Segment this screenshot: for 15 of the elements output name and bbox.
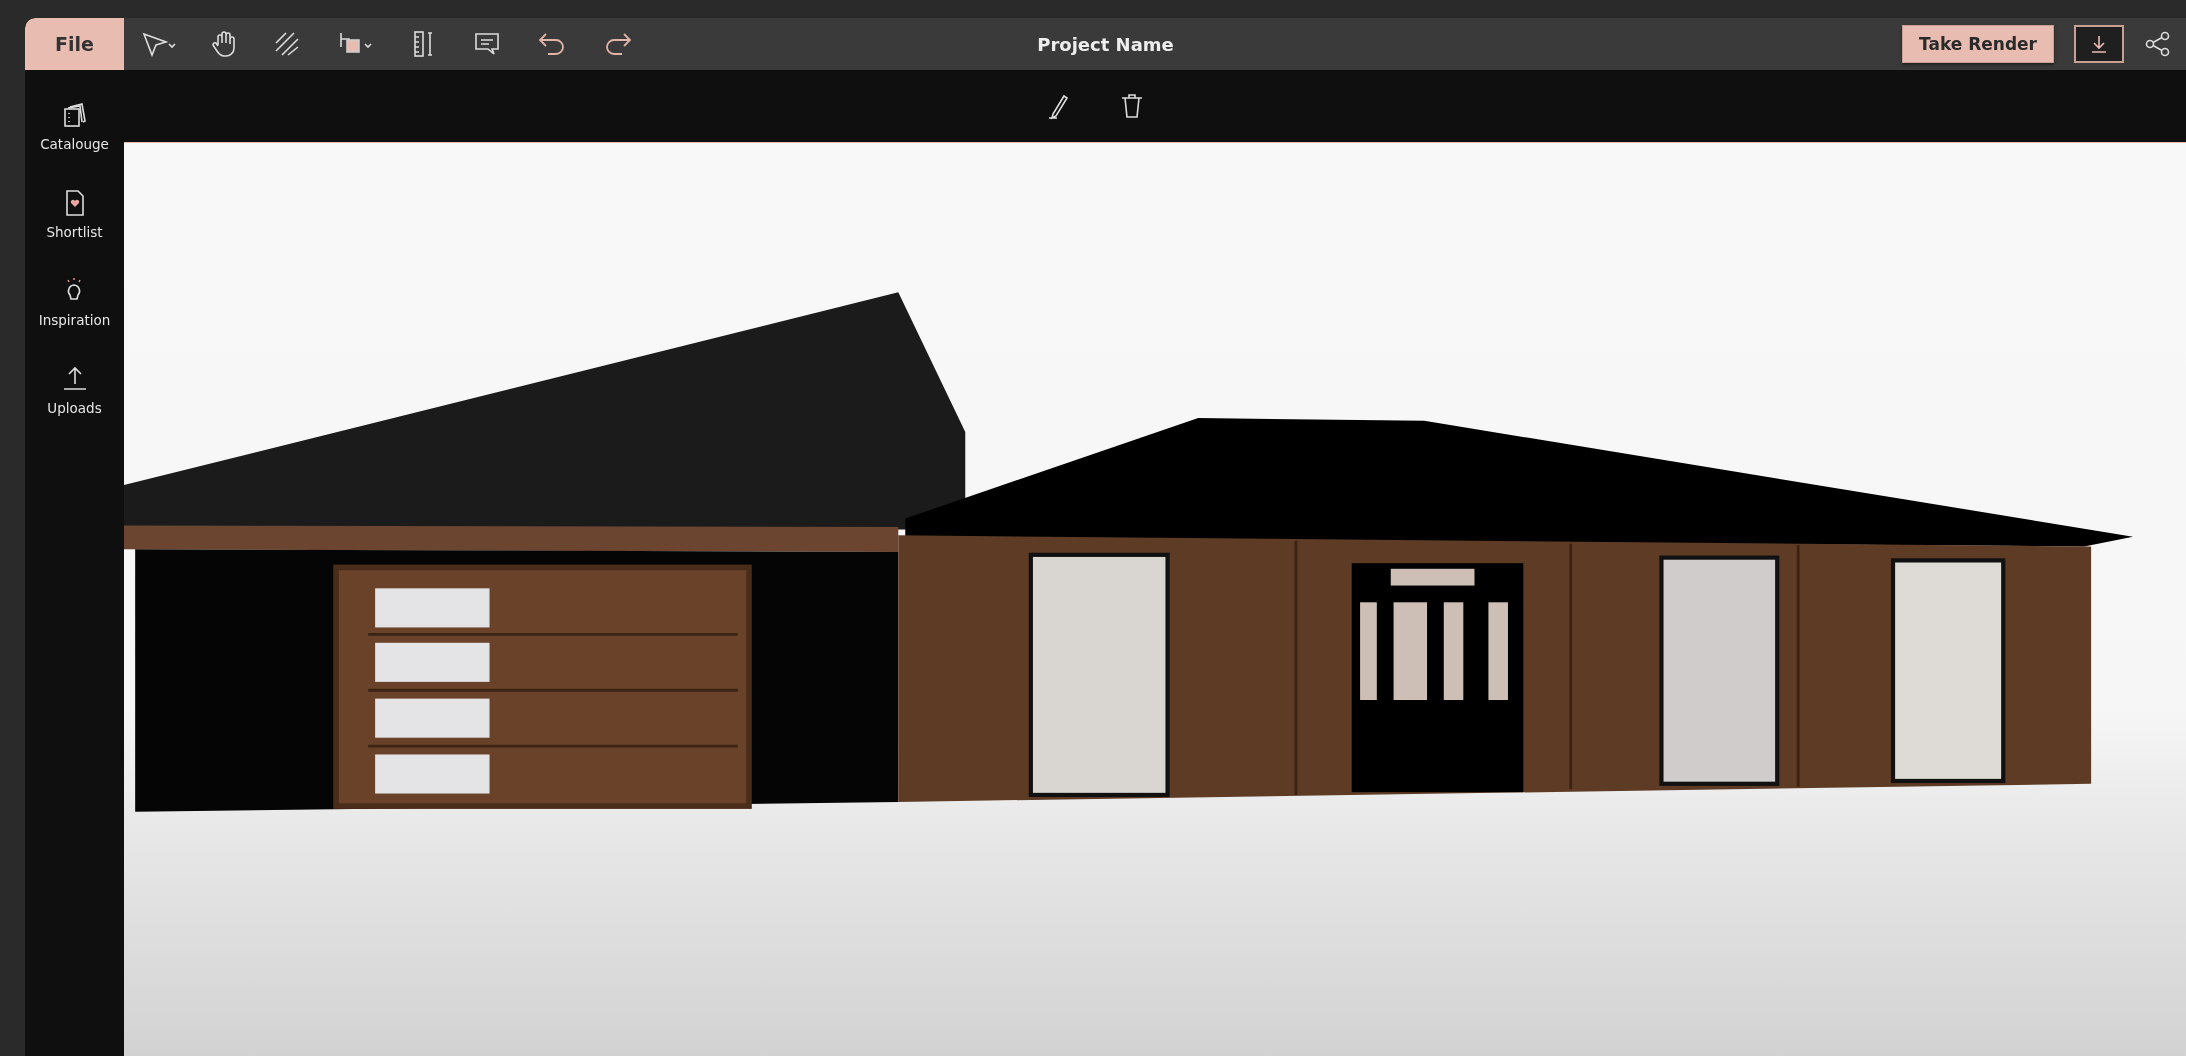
file-button[interactable]: File: [25, 18, 124, 70]
sidebar-item-label: Inspiration: [38, 312, 111, 328]
sidebar-item[interactable]: Shortlist: [46, 188, 103, 240]
sidebar-item[interactable]: Catalouge: [40, 100, 109, 152]
download-button[interactable]: [2074, 25, 2124, 63]
share-icon[interactable]: [2144, 30, 2172, 58]
hand-icon[interactable]: [210, 29, 238, 59]
sidebar-item[interactable]: Uploads: [47, 364, 102, 416]
take-render-button[interactable]: Take Render: [1902, 25, 2054, 63]
delete-icon[interactable]: [1119, 92, 1145, 120]
project-title: Project Name: [1037, 33, 1174, 55]
sidebar-item-label: Shortlist: [46, 224, 103, 240]
sidebar-item[interactable]: Inspiration: [38, 276, 111, 328]
sidebar-item-label: Catalouge: [40, 136, 109, 152]
sidebar-item-label: Uploads: [47, 400, 102, 416]
